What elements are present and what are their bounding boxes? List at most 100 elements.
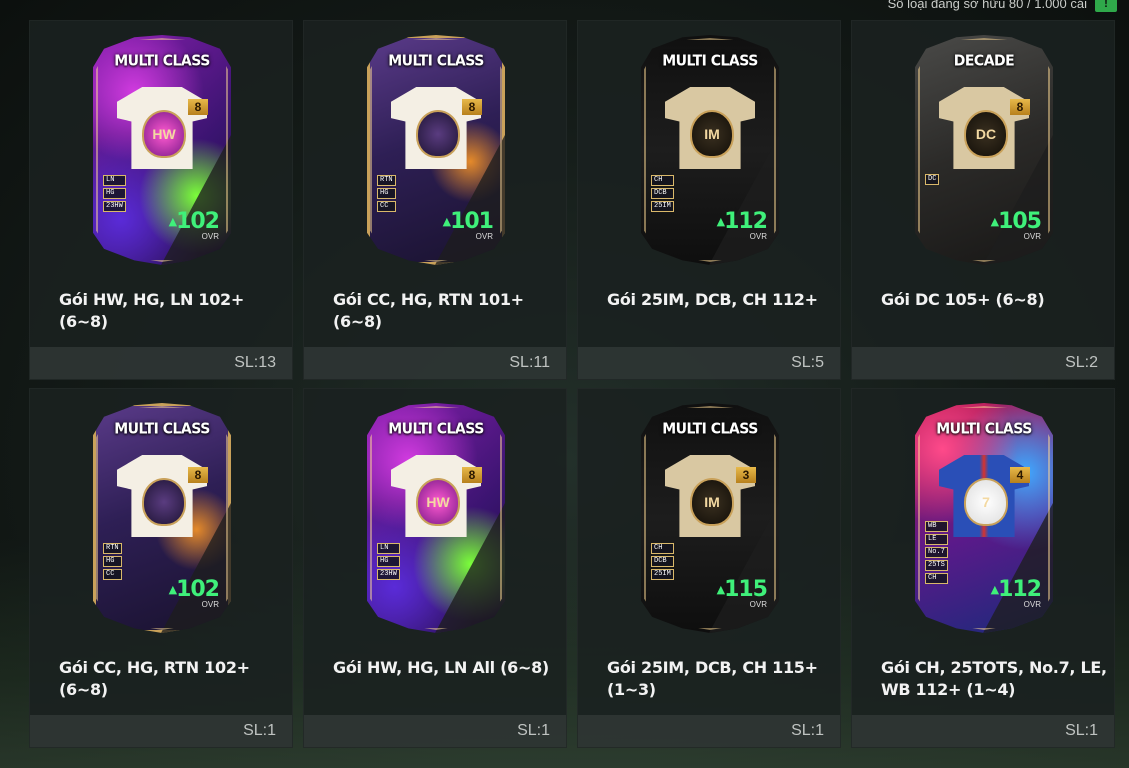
- jersey-icon: [939, 87, 1029, 169]
- pack-name: Gói HW, HG, LN All (6~8): [333, 658, 549, 677]
- position-tag: 23HW: [103, 201, 126, 212]
- ovr-value: ▲112: [716, 209, 768, 234]
- position-tag: DCB: [651, 556, 674, 567]
- pack-fold-shade: [983, 135, 1053, 265]
- pack-grid: MULTI CLASS HW 8 LN HG 23HW ▲102 OVR Gói H…: [29, 20, 1115, 748]
- position-tag: HG: [377, 556, 400, 567]
- club-crest-icon: DC: [964, 110, 1008, 158]
- grade-badge: 4: [1010, 467, 1030, 483]
- pack-quantity-bar: SL:13: [30, 347, 292, 379]
- pack-card[interactable]: MULTI CLASS 8 RTN HG CC ▲102 OVR Gói CC, H…: [29, 388, 293, 748]
- up-arrow-icon: ▲: [442, 215, 452, 228]
- club-crest-icon: 7: [964, 478, 1008, 526]
- pack-quantity: SL:11: [509, 354, 550, 371]
- position-tag: HG: [103, 188, 126, 199]
- pack-quantity: SL:1: [243, 722, 276, 739]
- pack-name: Gói 25IM, DCB, CH 115+ (1~3): [607, 658, 818, 699]
- position-tags: RTN HG CC: [103, 543, 122, 580]
- info-button[interactable]: !: [1095, 0, 1117, 12]
- ovr-label: OVR: [475, 232, 493, 241]
- ovr-label: OVR: [201, 600, 219, 609]
- jersey-icon: [665, 455, 755, 537]
- position-tag: CH: [651, 543, 674, 554]
- grade-badge: 8: [462, 467, 482, 483]
- pack-name: Gói DC 105+ (6~8): [881, 290, 1045, 309]
- pack-class-title: MULTI CLASS: [662, 52, 758, 70]
- pack-card[interactable]: MULTI CLASS IM CH DCB 25IM ▲112 OVR Gói 25…: [577, 20, 841, 380]
- pack-image-area: MULTI CLASS 7 4 WB LE No.7 25TS CH ▲112 OVR: [852, 403, 1114, 643]
- grade-badge: 8: [188, 99, 208, 115]
- ovr-value: ▲115: [716, 577, 768, 602]
- pack-card-art: MULTI CLASS 7 4 WB LE No.7 25TS CH ▲112 OVR: [915, 403, 1053, 633]
- pack-image-area: MULTI CLASS HW 8 LN HG 23HW: [304, 403, 566, 643]
- pack-image-area: MULTI CLASS IM 3 CH DCB 25IM ▲115 OVR: [578, 403, 840, 643]
- pack-quantity: SL:1: [791, 722, 824, 739]
- jersey-icon: [939, 455, 1029, 537]
- pack-name: Gói HW, HG, LN 102+ (6~8): [59, 290, 244, 331]
- position-tags: LN HG 23HW: [103, 175, 126, 212]
- ovr-value: ▲101: [442, 209, 494, 234]
- ovr-value: ▲102: [168, 577, 220, 602]
- ovr-label: OVR: [1023, 600, 1041, 609]
- grade-badge: 3: [736, 467, 756, 483]
- pack-quantity: SL:13: [234, 354, 276, 371]
- pack-fold-shade: [435, 135, 505, 265]
- pack-card-art: MULTI CLASS IM 3 CH DCB 25IM ▲115 OVR: [641, 403, 779, 633]
- pack-card[interactable]: MULTI CLASS HW 8 LN HG 23HW ▲102 OVR Gói H…: [29, 20, 293, 380]
- pack-card[interactable]: MULTI CLASS IM 3 CH DCB 25IM ▲115 OVR Gói …: [577, 388, 841, 748]
- pack-fold-shade: [983, 503, 1053, 633]
- ovr-rating: ▲102 OVR: [168, 211, 220, 242]
- pack-quantity: SL:2: [1065, 354, 1098, 371]
- position-tag: WB: [925, 521, 948, 532]
- position-tag: 25IM: [651, 201, 674, 212]
- pack-class-title: MULTI CLASS: [388, 52, 484, 70]
- ovr-value: ▲105: [990, 209, 1042, 234]
- pack-class-title: MULTI CLASS: [114, 52, 210, 70]
- pack-class-title: MULTI CLASS: [114, 420, 210, 438]
- up-arrow-icon: ▲: [716, 583, 726, 596]
- pack-quantity-bar: SL:1: [304, 715, 566, 747]
- position-tag: CC: [377, 201, 396, 212]
- ovr-rating: ▲105 OVR: [990, 209, 1042, 242]
- pack-quantity-bar: SL:2: [852, 347, 1114, 379]
- position-tags: LN HG 23HW: [377, 543, 400, 580]
- pack-fold-shade: [709, 503, 779, 633]
- pack-quantity: SL:5: [791, 354, 824, 371]
- pack-quantity-bar: SL:5: [578, 347, 840, 379]
- grade-badge: 8: [1010, 99, 1030, 115]
- position-tag: DC: [925, 174, 940, 185]
- pack-card[interactable]: DECADE DC 8 DC ▲105 OVR Gói DC 105+ (6~8…: [851, 20, 1115, 380]
- club-crest-icon: HW: [142, 110, 186, 158]
- position-tag: CH: [651, 175, 674, 186]
- pack-quantity-bar: SL:1: [30, 715, 292, 747]
- pack-quantity: SL:1: [517, 722, 550, 739]
- pack-card[interactable]: MULTI CLASS 8 RTN HG CC ▲101 OVR Gói CC, H…: [303, 20, 567, 380]
- owned-count-text: Số loại đang sở hữu 80 / 1.000 cái: [887, 0, 1087, 11]
- pack-image-area: DECADE DC 8 DC ▲105 OVR: [852, 35, 1114, 275]
- pack-name: Gói CC, HG, RTN 102+ (6~8): [59, 658, 250, 699]
- position-tag: LN: [377, 543, 400, 554]
- club-crest-icon: [142, 478, 186, 526]
- ovr-value: ▲112: [990, 577, 1042, 602]
- position-tag: LN: [103, 175, 126, 186]
- pack-class-title: MULTI CLASS: [662, 420, 758, 438]
- up-arrow-icon: ▲: [990, 215, 1000, 228]
- ovr-label: OVR: [201, 232, 219, 241]
- position-tags: RTN HG CC: [377, 175, 396, 212]
- grade-badge: 8: [462, 99, 482, 115]
- position-tag: RTN: [103, 543, 122, 554]
- pack-card-art: MULTI CLASS 8 RTN HG CC ▲102 OVR: [93, 403, 231, 633]
- pack-class-title: MULTI CLASS: [388, 420, 484, 438]
- position-tag: CH: [925, 573, 948, 584]
- pack-name: Gói 25IM, DCB, CH 112+: [607, 290, 818, 309]
- jersey-icon: [391, 455, 481, 537]
- position-tag: HG: [377, 188, 396, 199]
- jersey-icon: [117, 455, 207, 537]
- position-tag: 25IM: [651, 569, 674, 580]
- pack-card[interactable]: MULTI CLASS HW 8 LN HG 23HW Gói HW, HG, LN…: [303, 388, 567, 748]
- up-arrow-icon: ▲: [168, 215, 178, 228]
- pack-image-area: MULTI CLASS IM CH DCB 25IM ▲112 OVR: [578, 35, 840, 275]
- pack-name: Gói CH, 25TOTS, No.7, LE, WB 112+ (1~4): [881, 658, 1107, 699]
- pack-card[interactable]: MULTI CLASS 7 4 WB LE No.7 25TS CH ▲112 OVR …: [851, 388, 1115, 748]
- ovr-rating: ▲112 OVR: [990, 577, 1042, 610]
